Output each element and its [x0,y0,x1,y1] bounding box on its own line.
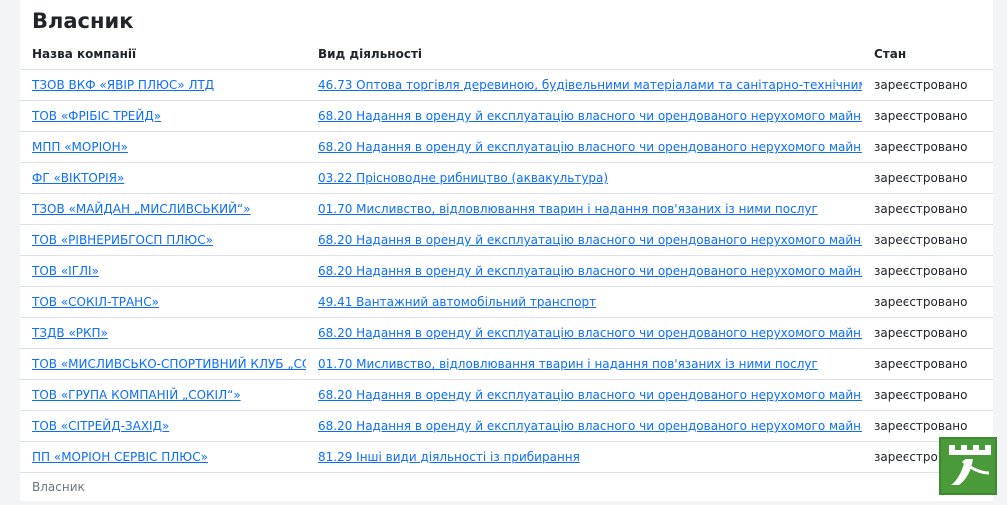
activity-link[interactable]: 81.29 Інші види діяльності із прибирання [318,450,580,464]
table-caption: Власник [32,480,85,494]
activity-link[interactable]: 68.20 Надання в оренду й експлуатацію вл… [318,264,862,278]
company-cell: ТОВ «СОКІЛ-ТРАНС» [20,286,306,318]
table-row: ТОВ «ГРУПА КОМПАНІЙ „СОКІЛ“» 68.20 Наданн… [20,379,993,411]
company-cell: ТОВ «СІТРЕЙД-ЗАХІД» [20,410,306,442]
activity-cell: 81.29 Інші види діяльності із прибирання [306,441,862,473]
company-link[interactable]: ТОВ «ІГЛІ» [32,264,99,278]
activity-cell: 49.41 Вантажний автомобільний транспорт [306,286,862,318]
table-row: ТОВ «ІГЛІ» 68.20 Надання в оренду й експл… [20,255,993,287]
activity-link[interactable]: 68.20 Надання в оренду й експлуатацію вл… [318,388,862,402]
table-row: ТОВ «МИСЛИВСЬКО-СПОРТИВНИЙ КЛУБ „СОКІЛ“»… [20,348,993,380]
company-cell: ТЗОВ «МАЙДАН „МИСЛИВСЬКИЙ“» [20,193,306,225]
activity-link[interactable]: 49.41 Вантажний автомобільний транспорт [318,295,596,309]
company-link[interactable]: ТОВ «РІВНЕРИБГОСП ПЛЮС» [32,233,213,247]
status-cell: зареєстровано [862,131,993,163]
company-link[interactable]: ТОВ «СОКІЛ-ТРАНС» [32,295,159,309]
company-cell: МПП «МОРІОН» [20,131,306,163]
activity-cell: 01.70 Мисливство, відловлювання тварин і… [306,348,862,380]
table-row: ТОВ «СІТРЕЙД-ЗАХІД» 68.20 Надання в оренд… [20,410,993,442]
companies-table: Назва компанії Вид діяльності Стан ТЗОВ … [20,38,993,473]
page-title: Власник [32,9,134,33]
status-cell: зареєстровано [862,100,993,132]
company-link[interactable]: ТОВ «СІТРЕЙД-ЗАХІД» [32,419,169,433]
status-cell: зареєстровано [862,255,993,287]
owner-card: Власник Назва компанії Вид діяльності Ст… [20,0,993,501]
company-link[interactable]: ТОВ «ГРУПА КОМПАНІЙ „СОКІЛ“» [32,388,241,402]
table-row: МПП «МОРІОН» 68.20 Надання в оренду й екс… [20,131,993,163]
company-link[interactable]: ТОВ «ФРІБІС ТРЕЙД» [32,109,161,123]
activity-cell: 68.20 Надання в оренду й експлуатацію вл… [306,131,862,163]
table-row: ТЗОВ «МАЙДАН „МИСЛИВСЬКИЙ“» 01.70 Мисливс… [20,193,993,225]
company-cell: ФГ «ВІКТОРІЯ» [20,162,306,194]
activity-cell: 68.20 Надання в оренду й експлуатацію вл… [306,100,862,132]
company-cell: ТЗДВ «РКП» [20,317,306,349]
table-row: ТОВ «ФРІБІС ТРЕЙД» 68.20 Надання в оренду… [20,100,993,132]
company-link[interactable]: ФГ «ВІКТОРІЯ» [32,171,124,185]
company-cell: ТЗОВ ВКФ «ЯВІР ПЛЮС» ЛТД [20,69,306,101]
activity-cell: 03.22 Прісноводне рибництво (аквакультур… [306,162,862,194]
header-company: Назва компанії [20,38,306,70]
activity-link[interactable]: 46.73 Оптова торгівля деревиною, будівел… [318,78,862,92]
activity-link[interactable]: 68.20 Надання в оренду й експлуатацію вл… [318,233,862,247]
header-activity: Вид діяльності [306,38,862,70]
table-row: ПП «МОРІОН СЕРВІС ПЛЮС» 81.29 Інші види д… [20,441,993,473]
activity-link[interactable]: 68.20 Надання в оренду й експлуатацію вл… [318,109,862,123]
activity-link[interactable]: 68.20 Надання в оренду й експлуатацію вл… [318,326,862,340]
company-link[interactable]: ТЗОВ ВКФ «ЯВІР ПЛЮС» ЛТД [32,78,214,92]
table-row: ТЗДВ «РКП» 68.20 Надання в оренду й експл… [20,317,993,349]
activity-cell: 68.20 Надання в оренду й експлуатацію вл… [306,410,862,442]
company-cell: ТОВ «МИСЛИВСЬКО-СПОРТИВНИЙ КЛУБ „СОКІЛ“» [20,348,306,380]
status-cell: зареєстровано [862,286,993,318]
table-body: ТЗОВ ВКФ «ЯВІР ПЛЮС» ЛТД 46.73 Оптова тор… [20,69,993,473]
status-cell: зареєстровано [862,317,993,349]
status-cell: зареєстровано [862,162,993,194]
activity-cell: 68.20 Надання в оренду й експлуатацію вл… [306,224,862,256]
table-row: ТОВ «РІВНЕРИБГОСП ПЛЮС» 68.20 Надання в о… [20,224,993,256]
activity-cell: 68.20 Надання в оренду й експлуатацію вл… [306,317,862,349]
activity-link[interactable]: 68.20 Надання в оренду й експлуатацію вл… [318,140,862,154]
company-link[interactable]: ПП «МОРІОН СЕРВІС ПЛЮС» [32,450,208,464]
status-cell: зареєстровано [862,69,993,101]
tower-logo-icon[interactable] [939,437,997,495]
activity-link[interactable]: 01.70 Мисливство, відловлювання тварин і… [318,357,818,371]
company-link[interactable]: ТОВ «МИСЛИВСЬКО-СПОРТИВНИЙ КЛУБ „СОКІЛ“» [32,357,306,371]
company-cell: ТОВ «ГРУПА КОМПАНІЙ „СОКІЛ“» [20,379,306,411]
activity-cell: 46.73 Оптова торгівля деревиною, будівел… [306,69,862,101]
company-link[interactable]: МПП «МОРІОН» [32,140,128,154]
company-cell: ТОВ «ФРІБІС ТРЕЙД» [20,100,306,132]
header-status: Стан [862,38,993,70]
activity-cell: 68.20 Надання в оренду й експлуатацію вл… [306,379,862,411]
table-row: ТОВ «СОКІЛ-ТРАНС» 49.41 Вантажний автомоб… [20,286,993,318]
status-cell: зареєстровано [862,348,993,380]
status-cell: зареєстровано [862,193,993,225]
activity-cell: 68.20 Надання в оренду й експлуатацію вл… [306,255,862,287]
activity-link[interactable]: 03.22 Прісноводне рибництво (аквакультур… [318,171,608,185]
activity-link[interactable]: 01.70 Мисливство, відловлювання тварин і… [318,202,818,216]
status-cell: зареєстровано [862,224,993,256]
company-cell: ТОВ «ІГЛІ» [20,255,306,287]
status-cell: зареєстровано [862,379,993,411]
table-header-row: Назва компанії Вид діяльності Стан [20,38,993,70]
table-row: ТЗОВ ВКФ «ЯВІР ПЛЮС» ЛТД 46.73 Оптова тор… [20,69,993,101]
company-cell: ПП «МОРІОН СЕРВІС ПЛЮС» [20,441,306,473]
activity-link[interactable]: 68.20 Надання в оренду й експлуатацію вл… [318,419,862,433]
activity-cell: 01.70 Мисливство, відловлювання тварин і… [306,193,862,225]
company-link[interactable]: ТЗДВ «РКП» [32,326,108,340]
company-cell: ТОВ «РІВНЕРИБГОСП ПЛЮС» [20,224,306,256]
company-link[interactable]: ТЗОВ «МАЙДАН „МИСЛИВСЬКИЙ“» [32,202,251,216]
table-row: ФГ «ВІКТОРІЯ» 03.22 Прісноводне рибництво… [20,162,993,194]
